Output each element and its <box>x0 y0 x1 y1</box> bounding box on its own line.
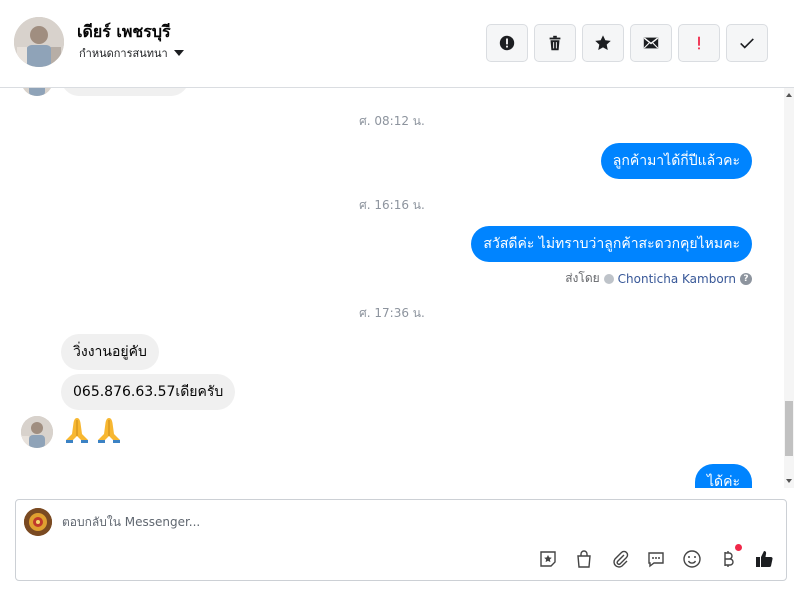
like-icon <box>756 551 773 567</box>
timestamp: ศ. 08:12 น. <box>359 114 425 128</box>
spam-button[interactable] <box>678 24 720 62</box>
help-icon[interactable]: ? <box>740 272 752 285</box>
message-thread[interactable]: ศ. 08:12 น. ลูกค้ามาได้กี่ปีแล้วคะ ศ. 16… <box>0 88 784 488</box>
reply-composer <box>15 499 787 581</box>
sticker-button[interactable] <box>537 548 559 570</box>
mark-done-button[interactable] <box>726 24 768 62</box>
alert-icon <box>499 35 515 51</box>
attach-button[interactable] <box>609 548 631 570</box>
star-icon <box>595 35 611 51</box>
sent-by-info: ส่งโดย Chonticha Kamborn ? <box>565 269 752 288</box>
attachment-icon <box>613 550 629 568</box>
chat-bubble-icon <box>648 552 664 568</box>
check-icon <box>740 38 754 49</box>
notification-dot <box>735 544 742 551</box>
emoji-button[interactable] <box>681 548 703 570</box>
message-bubble-incoming[interactable]: 065.876.63.57เดียครับ <box>61 374 236 410</box>
scroll-up-icon[interactable] <box>786 93 792 97</box>
folded-hands-icon <box>98 418 120 443</box>
caret-down-icon <box>173 50 184 56</box>
emoji-message[interactable] <box>61 414 125 446</box>
message-bubble-incoming[interactable]: วิ่งงานอยู่คับ <box>61 334 159 370</box>
contact-avatar[interactable] <box>14 17 64 67</box>
sent-by-label: ส่งโดย <box>565 271 600 285</box>
schedule-dropdown[interactable]: กำหนดการสนทนา <box>79 44 184 62</box>
delete-button[interactable] <box>534 24 576 62</box>
reply-input[interactable] <box>62 510 662 534</box>
sender-name[interactable]: Chonticha Kamborn <box>618 272 736 286</box>
like-button[interactable] <box>753 548 775 570</box>
verified-icon <box>603 273 614 284</box>
star-button[interactable] <box>582 24 624 62</box>
page-avatar <box>24 508 52 536</box>
shop-button[interactable] <box>573 548 595 570</box>
saved-replies-button[interactable] <box>645 548 667 570</box>
exclamation-icon <box>698 36 700 50</box>
folded-hands-icon <box>66 418 88 443</box>
message-bubble-outgoing[interactable]: ลูกค้ามาได้กี่ปีแล้วคะ <box>600 143 752 179</box>
timestamp: ศ. 16:16 น. <box>359 198 425 212</box>
mail-button[interactable] <box>630 24 672 62</box>
baht-icon <box>724 551 734 567</box>
scroll-thumb[interactable] <box>785 401 793 456</box>
scroll-down-icon[interactable] <box>786 479 792 483</box>
mail-icon <box>643 37 659 49</box>
contact-avatar-small <box>21 88 53 96</box>
conversation-header: เดียร์ เพชรบุรี กำหนดการสนทนา <box>0 0 794 88</box>
timestamp: ศ. 17:36 น. <box>359 306 425 320</box>
payment-button[interactable] <box>717 548 739 570</box>
chat-scrollbar[interactable] <box>784 88 794 488</box>
emoji-icon <box>683 550 701 568</box>
shopping-bag-icon <box>577 550 591 568</box>
message-bubble-incoming-clipped <box>61 88 189 96</box>
alert-button[interactable] <box>486 24 528 62</box>
trash-icon <box>549 35 561 51</box>
message-bubble-outgoing[interactable]: สวัสดีค่ะ ไม่ทราบว่าลูกค้าสะดวกคุยไหมคะ <box>471 226 752 262</box>
contact-name[interactable]: เดียร์ เพชรบุรี <box>77 20 171 45</box>
message-bubble-outgoing[interactable]: ได้ค่ะ <box>694 464 752 488</box>
contact-avatar-small[interactable] <box>21 416 53 448</box>
sticker-icon <box>540 551 556 567</box>
schedule-label: กำหนดการสนทนา <box>79 47 168 60</box>
